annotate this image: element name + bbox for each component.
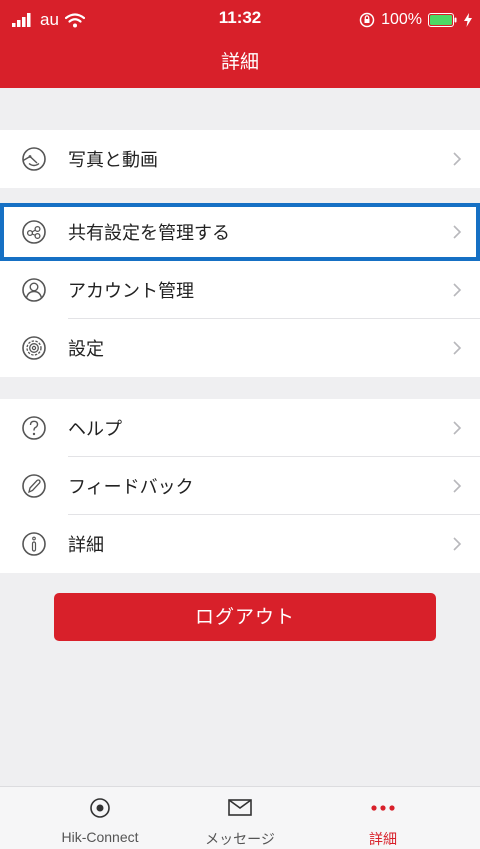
charging-bolt-icon: [464, 13, 472, 27]
menu-group-account: 共有設定を管理する アカウント管理 設定: [0, 203, 480, 377]
target-icon: [90, 798, 110, 818]
menu-item-label: ヘルプ: [68, 419, 122, 440]
menu-item-photos-videos[interactable]: 写真と動画: [0, 130, 480, 188]
chevron-right-icon: [453, 152, 462, 166]
chevron-right-icon: [453, 341, 462, 355]
menu-item-label: 詳細: [68, 535, 104, 556]
tab-label: 詳細: [369, 831, 397, 847]
chevron-right-icon: [453, 283, 462, 297]
menu-item-label: アカウント管理: [68, 281, 194, 302]
menu-item-help[interactable]: ヘルプ: [0, 399, 480, 457]
menu-item-account-management[interactable]: アカウント管理: [0, 261, 480, 319]
tab-hik-connect[interactable]: Hik-Connect: [20, 787, 180, 849]
menu-item-label: 設定: [68, 339, 104, 360]
tab-details[interactable]: 詳細: [303, 787, 463, 849]
page-title: 詳細: [220, 51, 259, 73]
tab-messages[interactable]: メッセージ: [160, 787, 320, 849]
menu-item-label: 共有設定を管理する: [68, 223, 230, 244]
logout-button[interactable]: ログアウト: [54, 593, 436, 641]
menu-item-settings[interactable]: 設定: [0, 319, 480, 377]
nav-bar: 詳細: [0, 40, 480, 88]
menu-item-label: 写真と動画: [68, 150, 158, 171]
help-icon: [22, 416, 46, 440]
gear-icon: [22, 336, 46, 360]
more-dots-icon: [371, 805, 395, 811]
chevron-right-icon: [453, 537, 462, 551]
chevron-right-icon: [453, 421, 462, 435]
menu-group-support: ヘルプ フィードバック 詳細: [0, 399, 480, 573]
tab-label: Hik-Connect: [61, 829, 139, 845]
feedback-icon: [22, 474, 46, 498]
battery-percent: 100%: [381, 11, 422, 28]
tab-bar: Hik-Connect メッセージ 詳細: [0, 786, 480, 849]
share-icon: [22, 220, 46, 244]
chevron-right-icon: [453, 479, 462, 493]
rotation-lock-icon: [359, 12, 375, 28]
info-icon: [22, 532, 46, 556]
tab-label: メッセージ: [205, 831, 275, 847]
envelope-icon: [228, 799, 252, 816]
battery-icon: [428, 13, 457, 27]
status-bar: au 11:32 100%: [0, 0, 480, 40]
smile-face-icon: [22, 147, 46, 171]
account-icon: [22, 278, 46, 302]
chevron-right-icon: [453, 225, 462, 239]
status-right: 100%: [359, 8, 472, 32]
menu-item-label: フィードバック: [68, 477, 194, 498]
menu-item-details[interactable]: 詳細: [0, 515, 480, 573]
menu-item-feedback[interactable]: フィードバック: [0, 457, 480, 515]
menu-group-media: 写真と動画: [0, 130, 480, 188]
menu-item-manage-sharing[interactable]: 共有設定を管理する: [0, 203, 480, 261]
